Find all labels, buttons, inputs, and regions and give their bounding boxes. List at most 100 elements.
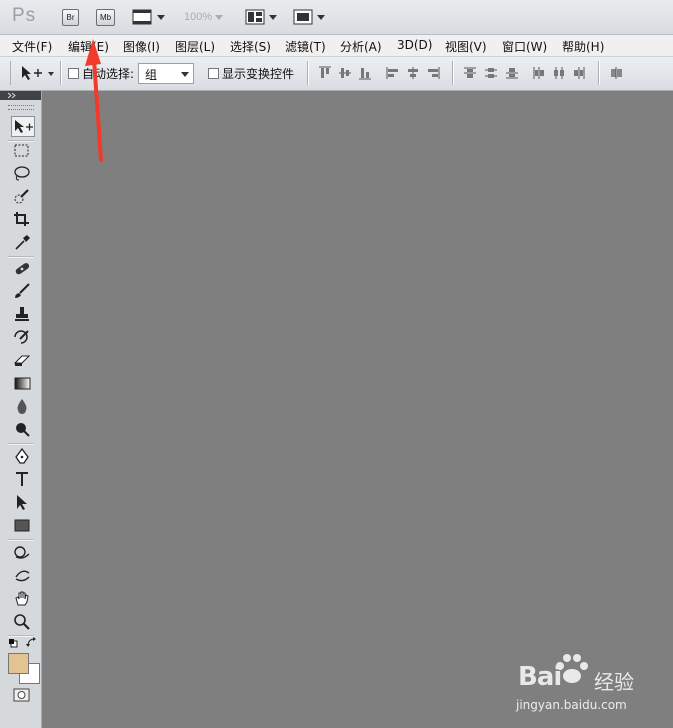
options-separator — [598, 61, 599, 85]
menu-edit[interactable]: 编辑(E) — [68, 38, 109, 55]
view-extras-button[interactable] — [132, 9, 166, 28]
history-brush-tool[interactable] — [11, 327, 35, 348]
move-tool-icon — [22, 66, 54, 80]
type-tool[interactable] — [11, 469, 35, 490]
crop-tool[interactable] — [11, 209, 35, 230]
align-left-edges-icon[interactable] — [386, 66, 400, 80]
rectangle-shape-icon — [14, 519, 30, 532]
pen-icon — [15, 448, 29, 464]
clone-stamp-tool[interactable] — [11, 304, 35, 325]
distribute-left-edges-icon[interactable] — [532, 66, 546, 80]
zoom-level-value: 100% — [184, 11, 213, 23]
auto-align-layers-icon[interactable] — [610, 66, 624, 80]
quick-selection-icon — [14, 189, 29, 204]
baidu-jingyan-watermark: Bai 经验 jingyan.baidu.com — [512, 652, 662, 718]
default-colors-icon — [9, 639, 18, 648]
auto-select-checkbox[interactable] — [68, 68, 79, 79]
tools-separator — [8, 443, 34, 445]
brush-tool[interactable] — [11, 281, 35, 302]
distribute-horizontal-centers-icon[interactable] — [552, 66, 566, 80]
align-top-edges-icon[interactable] — [318, 66, 332, 80]
watermark-logo-text: Bai — [518, 662, 562, 692]
3d-orbit-tool[interactable] — [11, 565, 35, 586]
quick-selection-tool[interactable] — [11, 186, 35, 207]
align-bottom-edges-icon[interactable] — [358, 66, 372, 80]
move-tool[interactable] — [11, 116, 35, 137]
swap-colors-button[interactable] — [26, 637, 37, 651]
eraser-icon — [13, 355, 31, 366]
menu-3d[interactable]: 3D(D) — [397, 38, 432, 52]
options-separator — [307, 61, 308, 85]
rectangular-marquee-tool[interactable] — [11, 140, 35, 161]
menu-filter[interactable]: 滤镜(T) — [285, 38, 326, 55]
menu-help[interactable]: 帮助(H) — [562, 38, 604, 55]
default-colors-button[interactable] — [8, 637, 19, 651]
show-transform-checkbox[interactable] — [208, 68, 219, 79]
dodge-icon — [16, 423, 30, 437]
red-arrow-annotation — [85, 39, 103, 162]
photoshop-logo: Ps — [12, 5, 37, 26]
chevron-down-icon — [215, 14, 224, 20]
hand-tool[interactable] — [11, 588, 35, 609]
menu-window[interactable]: 窗口(W) — [502, 38, 547, 55]
options-separator — [60, 61, 61, 85]
align-horizontal-centers-icon[interactable] — [406, 66, 420, 80]
menu-layer[interactable]: 图层(L) — [175, 38, 215, 55]
3d-orbit-icon — [15, 570, 30, 582]
tools-panel-header[interactable] — [0, 91, 41, 100]
blur-icon — [17, 399, 27, 414]
pen-tool[interactable] — [11, 446, 35, 467]
zoom-level-dropdown[interactable]: 100% — [184, 11, 224, 23]
distribute-right-edges-icon[interactable] — [572, 66, 586, 80]
lasso-tool[interactable] — [11, 163, 35, 184]
bridge-button[interactable]: Br — [62, 9, 79, 26]
gradient-tool[interactable] — [11, 373, 35, 394]
application-bar: Ps Br Mb 100% — [0, 0, 673, 35]
menu-file[interactable]: 文件(F) — [12, 38, 52, 55]
blur-tool[interactable] — [11, 396, 35, 417]
crop-icon — [14, 212, 29, 226]
3d-rotate-icon — [14, 546, 30, 559]
screen-mode-button[interactable] — [293, 9, 327, 28]
eyedropper-icon — [15, 235, 30, 250]
menu-view[interactable]: 视图(V) — [445, 38, 487, 55]
align-vertical-centers-icon[interactable] — [338, 66, 352, 80]
distribute-bottom-edges-icon[interactable] — [505, 66, 519, 80]
gradient-icon — [14, 377, 31, 390]
eyedropper-tool[interactable] — [11, 232, 35, 253]
menu-bar: 文件(F) 编辑(E) 图像(I) 图层(L) 选择(S) 滤镜(T) 分析(A… — [0, 35, 673, 57]
tools-panel — [0, 91, 42, 728]
spot-healing-brush-tool[interactable] — [11, 258, 35, 279]
spot-healing-brush-icon — [15, 263, 30, 275]
screen-mode-icon — [293, 9, 325, 25]
menu-select[interactable]: 选择(S) — [230, 38, 271, 55]
brush-icon — [15, 283, 30, 298]
quick-mask-button[interactable] — [13, 688, 30, 705]
watermark-suffix: 经验 — [594, 670, 634, 694]
3d-rotate-tool[interactable] — [11, 542, 35, 563]
hand-icon — [15, 591, 29, 606]
tools-panel-grip[interactable] — [8, 105, 34, 110]
tool-preset-picker[interactable] — [20, 65, 56, 84]
zoom-tool[interactable] — [11, 611, 35, 632]
mini-bridge-button[interactable]: Mb — [96, 9, 115, 26]
eraser-tool[interactable] — [11, 350, 35, 371]
align-right-edges-icon[interactable] — [426, 66, 440, 80]
foreground-color-swatch[interactable] — [8, 653, 29, 674]
view-extras-icon — [132, 9, 165, 25]
arrange-documents-button[interactable] — [245, 9, 279, 28]
rectangle-tool[interactable] — [11, 515, 35, 536]
distribute-vertical-centers-icon[interactable] — [484, 66, 498, 80]
distribute-top-edges-icon[interactable] — [463, 66, 477, 80]
watermark-url: jingyan.baidu.com — [516, 698, 627, 712]
dodge-tool[interactable] — [11, 419, 35, 440]
clone-stamp-icon — [15, 307, 29, 321]
type-icon — [16, 472, 28, 486]
path-selection-tool[interactable] — [11, 492, 35, 513]
lasso-icon — [14, 166, 30, 181]
auto-select-dropdown[interactable]: 组 — [138, 63, 194, 84]
quick-mask-icon — [13, 688, 30, 702]
menu-image[interactable]: 图像(I) — [123, 38, 160, 55]
menu-analysis[interactable]: 分析(A) — [340, 38, 382, 55]
path-selection-icon — [17, 495, 27, 510]
